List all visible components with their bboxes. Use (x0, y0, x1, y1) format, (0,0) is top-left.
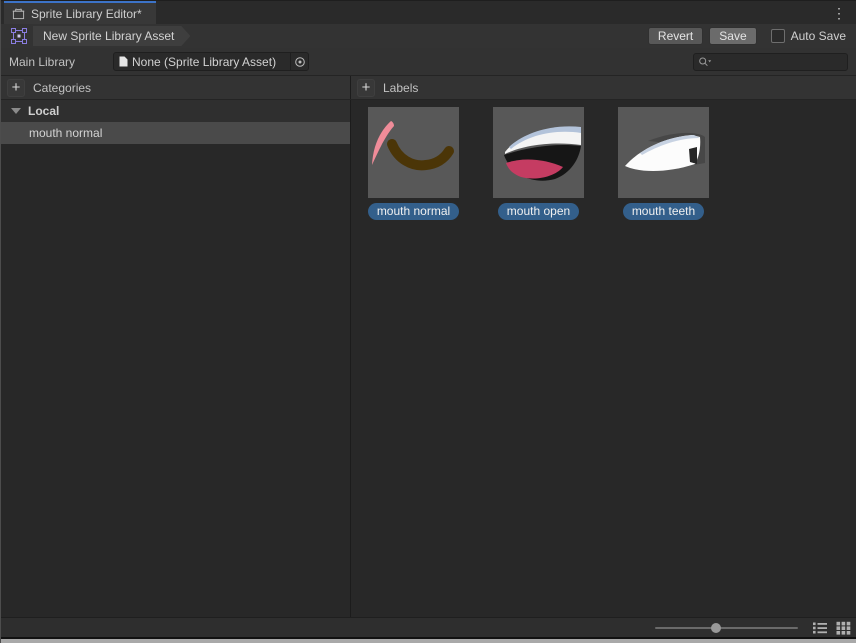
category-item-label: mouth normal (29, 126, 102, 140)
slider-knob[interactable] (711, 623, 721, 633)
category-group-local[interactable]: Local (1, 100, 350, 122)
panel-headers: + Categories + Labels (1, 76, 856, 100)
main-library-row: Main Library None (Sprite Library Asset) (1, 48, 856, 76)
grid-view-button[interactable] (836, 621, 851, 635)
sprite-thumbnail-mouth-open[interactable] (493, 107, 584, 198)
label-card-mouth-teeth: mouth teeth (618, 107, 709, 220)
sprite-library-asset-icon (11, 28, 27, 44)
auto-save-label: Auto Save (791, 29, 846, 43)
revert-button[interactable]: Revert (648, 27, 703, 45)
thumbnail-size-slider[interactable] (655, 622, 798, 634)
sprite-thumbnail-mouth-teeth[interactable] (618, 107, 709, 198)
asset-file-icon (119, 56, 128, 67)
tab-sprite-library-editor[interactable]: Sprite Library Editor* (4, 1, 156, 24)
categories-panel: Local mouth normal (1, 100, 351, 617)
list-view-button[interactable] (812, 621, 828, 635)
window-bottom-edge (1, 637, 856, 643)
tab-title: Sprite Library Editor* (31, 7, 142, 21)
object-picker-button[interactable] (290, 53, 308, 70)
search-icon (698, 56, 712, 68)
add-label-button[interactable]: + (357, 79, 375, 97)
label-pill[interactable]: mouth normal (368, 203, 459, 220)
add-category-button[interactable]: + (7, 79, 25, 97)
panels: Local mouth normal mouth normal (1, 100, 856, 617)
breadcrumb-new-sprite-library-asset[interactable]: New Sprite Library Asset (33, 26, 190, 46)
window-menu-button[interactable]: ⋮ (828, 1, 850, 25)
auto-save-checkbox[interactable] (771, 29, 785, 43)
category-group-name: Local (28, 104, 59, 118)
slider-track (655, 627, 798, 629)
sprite-library-editor-window: Sprite Library Editor* ⋮ New Sprite Libr… (0, 0, 856, 643)
search-input[interactable] (715, 54, 843, 70)
main-library-label: Main Library (9, 55, 113, 69)
toolbar: New Sprite Library Asset Revert Save Aut… (1, 24, 856, 48)
search-field[interactable] (693, 53, 848, 71)
label-card-mouth-open: mouth open (493, 107, 584, 220)
label-card-mouth-normal: mouth normal (368, 107, 459, 220)
label-pill[interactable]: mouth teeth (623, 203, 704, 220)
window-frame-icon (12, 7, 25, 20)
sprite-thumbnail-mouth-normal[interactable] (368, 107, 459, 198)
bottom-bar (1, 617, 856, 637)
save-button[interactable]: Save (709, 27, 756, 45)
main-library-object-field[interactable]: None (Sprite Library Asset) (113, 52, 309, 71)
labels-title: Labels (383, 81, 418, 95)
foldout-triangle-icon (11, 108, 21, 114)
breadcrumb-label: New Sprite Library Asset (43, 29, 174, 43)
tab-bar: Sprite Library Editor* ⋮ (1, 0, 856, 24)
categories-header: + Categories (1, 76, 351, 99)
labels-panel: mouth normal mouth open (351, 100, 856, 617)
label-pill[interactable]: mouth open (498, 203, 579, 220)
labels-header: + Labels (351, 76, 856, 99)
categories-title: Categories (33, 81, 91, 95)
main-library-value: None (Sprite Library Asset) (132, 55, 286, 69)
category-item-mouth-normal[interactable]: mouth normal (1, 122, 350, 144)
